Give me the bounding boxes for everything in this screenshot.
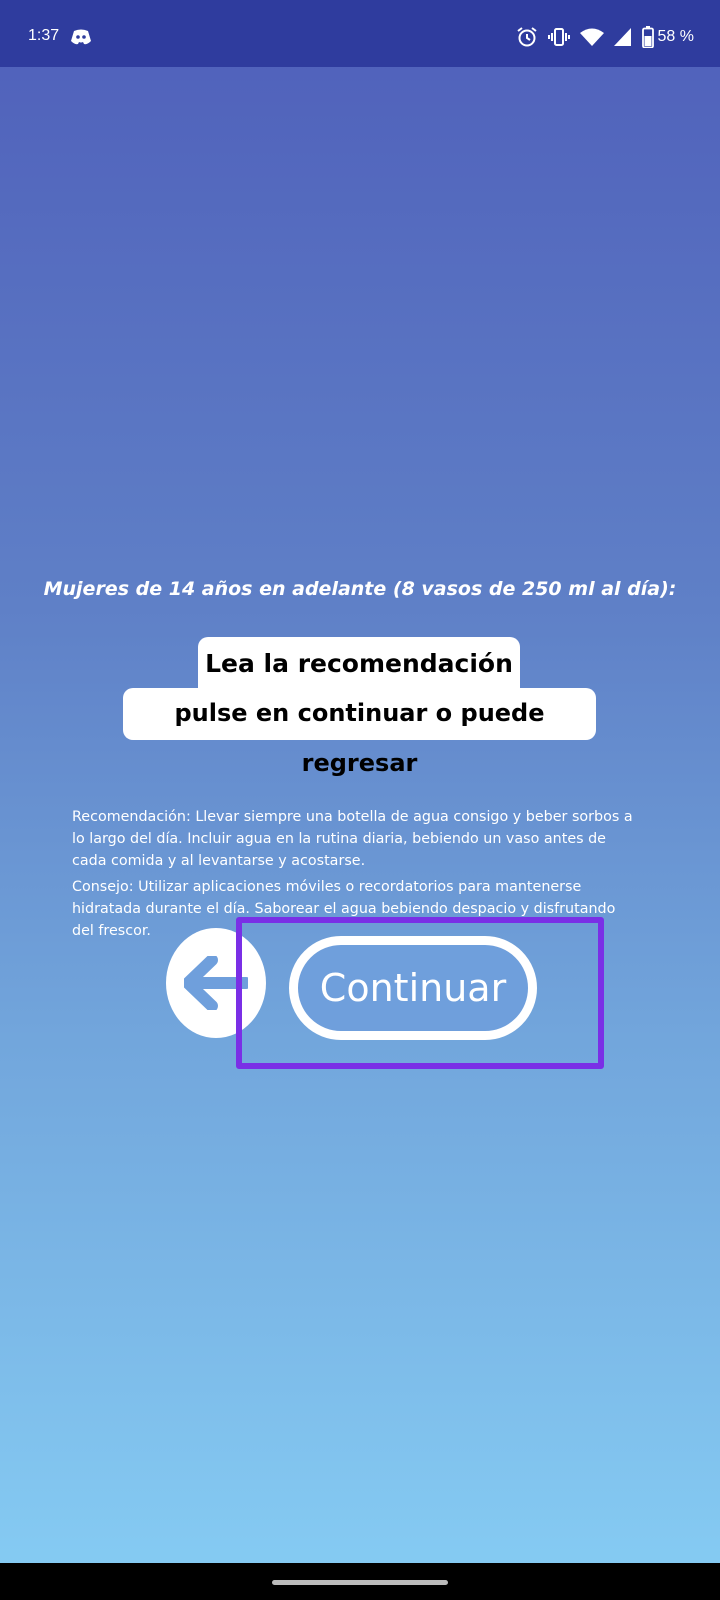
recommendation-paragraph: Recomendación: Llevar siempre una botell… — [72, 809, 633, 869]
arrow-left-icon — [184, 956, 248, 1010]
navigation-bar — [0, 1563, 720, 1600]
battery-percentage: 58 % — [657, 28, 694, 45]
instruction-line-2: pulse en continuar o puede regresar — [123, 688, 596, 777]
recommendation-text-block: Recomendación: Llevar siempre una botell… — [72, 806, 640, 946]
instruction-line-1: Lea la recomendación y — [198, 637, 520, 732]
tip-paragraph: Consejo: Utilizar aplicaciones móviles o… — [72, 879, 616, 939]
alarm-icon — [516, 26, 538, 48]
back-button[interactable] — [166, 928, 266, 1038]
discord-icon — [70, 28, 94, 48]
recommendation-heading: Mujeres de 14 años en adelante (8 vasos … — [43, 578, 677, 600]
wifi-icon — [579, 27, 604, 47]
status-icons: 58 % — [516, 24, 694, 50]
status-bar: 1:37 58 % — [0, 0, 720, 67]
signal-icon — [613, 28, 632, 46]
battery-icon — [641, 26, 654, 48]
continue-button[interactable]: Continuar — [289, 936, 537, 1040]
vibrate-icon — [547, 26, 570, 48]
home-gesture-handle[interactable] — [272, 1580, 448, 1585]
status-time: 1:37 — [28, 27, 60, 44]
